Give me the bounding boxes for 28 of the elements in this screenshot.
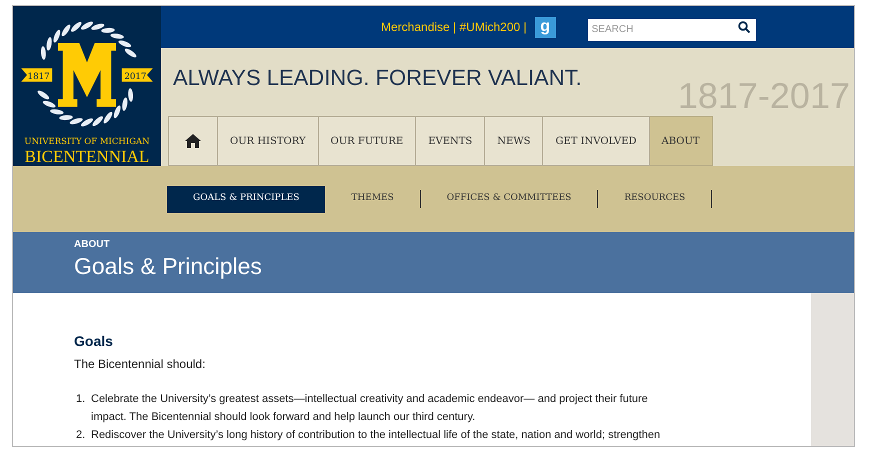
search-icon[interactable] <box>738 21 750 33</box>
nav-tab[interactable]: EVENTS <box>416 116 486 166</box>
home-tab[interactable] <box>168 116 218 166</box>
page-eyebrow: ABOUT <box>74 239 111 252</box>
logo-title: BICENTENNIAL <box>24 148 150 164</box>
subnav-tab[interactable]: GOALS & PRINCIPLES <box>167 186 326 212</box>
nav-tab[interactable]: OUR FUTURE <box>318 116 416 166</box>
list-number: 2. <box>76 428 86 443</box>
subnav-tab[interactable]: OFFICES & COMMITTEES <box>420 186 598 212</box>
list-item-text: Rediscover the University’s long history of contribution to the intellectual life of the state, nation and world; strengthen <box>91 428 660 443</box>
list-number: 1. <box>76 392 86 407</box>
nav-tab[interactable]: GET INVOLVED <box>543 116 650 166</box>
subnav-tab[interactable]: THEMES <box>325 186 420 212</box>
nav-tab[interactable]: NEWS <box>485 116 544 166</box>
logo[interactable]: 1817 2017 UNIVERSITY OF MICHIGAN BICENTENNIAL <box>13 6 161 166</box>
search-field[interactable]: SEARCH <box>588 18 756 40</box>
bicentennial-emblem: 1817 2017 <box>19 14 155 134</box>
nav-tab[interactable]: OUR HISTORY <box>218 116 319 166</box>
subnav-tab[interactable]: RESOURCES <box>598 186 712 212</box>
intro-text: The Bicentennial should: <box>74 356 206 373</box>
page-title: Goals & Principles <box>74 252 263 280</box>
list-item-text: Celebrate the University’s greatest assets—intellectual creativity and academic endeavor— and project their future impact. The Bicentennial should look forward and help launch our third century. <box>91 392 649 425</box>
logo-subtitle: UNIVERSITY OF MICHIGAN <box>24 138 150 146</box>
section-heading: Goals <box>74 332 114 351</box>
home-icon <box>185 134 201 148</box>
top-links[interactable]: Merchandise | #UMich200 | <box>381 18 527 36</box>
nav-tab[interactable]: ABOUT <box>650 116 713 166</box>
tagline: ALWAYS LEADING. FOREVER VALIANT. <box>172 64 583 92</box>
